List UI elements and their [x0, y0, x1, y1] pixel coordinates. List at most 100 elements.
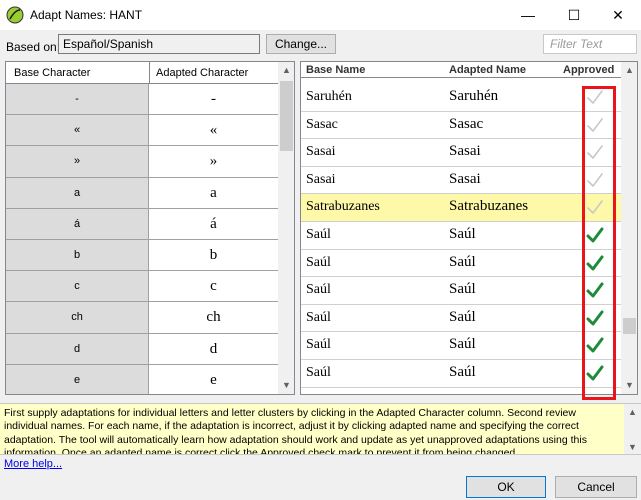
adapted-name-cell[interactable]: Sasac	[449, 116, 483, 133]
adapted-name-cell[interactable]: Saúl	[449, 364, 476, 381]
scroll-thumb[interactable]	[280, 81, 293, 151]
base-name-cell: Saruhén	[306, 89, 352, 104]
name-row[interactable]: Saúl Saúl	[301, 221, 621, 250]
scroll-down-arrow-icon[interactable]: ▼	[624, 439, 641, 454]
adapted-name-cell[interactable]: Saúl	[449, 281, 476, 298]
base-character-cell: e	[6, 364, 149, 394]
character-row: áá	[6, 208, 278, 240]
adapted-name-cell[interactable]: Saúl	[449, 254, 476, 271]
approved-column-highlight	[582, 86, 616, 400]
character-row: --	[6, 84, 278, 116]
name-row[interactable]: Sasac Sasac	[301, 111, 621, 140]
character-row: bb	[6, 239, 278, 272]
base-name-cell: Saúl	[306, 337, 331, 353]
character-row: »»	[6, 146, 278, 178]
name-rows: Saruhén Saruhén Sasac Sasac Sasai Sasai Sasai S…	[301, 84, 621, 388]
base-character-cell: ch	[6, 302, 149, 333]
help-text: First supply adaptations for individual …	[4, 407, 587, 455]
character-rows: - - ««»» a a á á b b c c ch ch d d e e	[6, 84, 278, 394]
base-character-cell: -	[6, 84, 149, 115]
adapted-name-cell[interactable]: Saúl	[449, 226, 476, 243]
scroll-down-arrow-icon[interactable]: ▼	[278, 377, 294, 394]
based-on-label: Based on:	[6, 40, 61, 54]
character-row: ««	[6, 115, 278, 147]
column-header-base-name[interactable]: Base Name	[306, 64, 365, 76]
scroll-up-arrow-icon[interactable]: ▲	[278, 62, 294, 79]
column-header-approved[interactable]: Approved	[563, 64, 614, 76]
adapted-character-cell[interactable]: ch	[149, 302, 278, 333]
adapted-name-cell[interactable]: Sasai	[449, 171, 481, 188]
help-panel: First supply adaptations for individual …	[0, 403, 641, 455]
adapted-character-cell[interactable]: a	[149, 177, 278, 208]
name-row[interactable]: Sasai Sasai	[301, 139, 621, 167]
character-table: Base Character Adapted Character - - ««»» a…	[5, 61, 295, 395]
adapted-character-cell[interactable]: d	[149, 333, 278, 364]
close-button[interactable]: ✕	[595, 0, 641, 30]
adapted-character-cell[interactable]: b	[149, 239, 278, 271]
base-character-cell: d	[6, 333, 149, 364]
character-row: aa	[6, 177, 278, 209]
name-row[interactable]: Saúl Saúl	[301, 304, 621, 333]
base-character-cell: »	[6, 146, 149, 177]
based-on-field: Español/Spanish	[58, 34, 260, 54]
name-row[interactable]: Satrabuzanes Satrabuzanes	[301, 194, 621, 222]
adapted-character-cell[interactable]: «	[149, 115, 278, 146]
base-character-cell: «	[6, 115, 149, 146]
name-row[interactable]: Sasai Sasai	[301, 166, 621, 195]
base-character-cell: b	[6, 239, 149, 271]
base-character-cell: c	[6, 271, 149, 302]
name-row[interactable]: Saruhén Saruhén	[301, 84, 621, 112]
base-name-cell: Saúl	[306, 309, 331, 325]
maximize-button[interactable]: ☐	[551, 0, 597, 30]
base-name-cell: Saúl	[306, 282, 331, 298]
help-scrollbar[interactable]: ▲ ▼	[624, 404, 641, 454]
cancel-button[interactable]: Cancel	[555, 476, 637, 498]
name-row[interactable]: Saúl Saúl	[301, 359, 621, 388]
base-name-cell: Saúl	[306, 226, 331, 242]
adapted-name-cell[interactable]: Saruhén	[449, 88, 498, 105]
base-name-cell: Sasai	[306, 171, 336, 187]
name-row[interactable]: Saúl Saúl	[301, 249, 621, 278]
names-table-scrollbar[interactable]: ▲ ▼	[621, 62, 637, 394]
base-character-cell: a	[6, 177, 149, 208]
leaf-icon	[6, 6, 24, 24]
filter-input[interactable]: Filter Text	[543, 34, 637, 54]
adapted-character-cell[interactable]: c	[149, 271, 278, 302]
adapted-name-cell[interactable]: Satrabuzanes	[449, 198, 528, 215]
name-row[interactable]: Saúl Saúl	[301, 332, 621, 360]
column-header-adapted-name[interactable]: Adapted Name	[449, 64, 526, 76]
column-header-adapted-character[interactable]: Adapted Character	[156, 67, 248, 79]
adapted-character-cell[interactable]: á	[149, 208, 278, 239]
change-button[interactable]: Change...	[266, 34, 336, 54]
adapted-character-cell[interactable]: -	[149, 84, 278, 115]
character-table-header: Base Character Adapted Character	[6, 62, 278, 84]
character-row: cc	[6, 271, 278, 303]
scroll-up-arrow-icon[interactable]: ▲	[624, 404, 641, 421]
base-name-cell: Saúl	[306, 364, 331, 380]
adapted-name-cell[interactable]: Sasai	[449, 143, 481, 160]
adapted-character-cell[interactable]: e	[149, 364, 278, 394]
column-header-base-character[interactable]: Base Character	[14, 67, 90, 79]
base-name-cell: Sasai	[306, 144, 336, 160]
adapted-name-cell[interactable]: Saúl	[449, 309, 476, 326]
names-table-header: Base Name Adapted Name Approved	[301, 62, 621, 78]
adapted-character-cell[interactable]: »	[149, 146, 278, 177]
character-row: ch ch	[6, 302, 278, 334]
name-row[interactable]: Saúl Saúl	[301, 277, 621, 305]
minimize-button[interactable]: —	[505, 0, 551, 30]
base-name-cell: Saúl	[306, 254, 331, 270]
base-name-cell: Sasac	[306, 116, 338, 132]
character-table-scrollbar[interactable]: ▲ ▼	[278, 62, 294, 394]
scroll-up-arrow-icon[interactable]: ▲	[621, 62, 637, 79]
ok-button[interactable]: OK	[466, 476, 546, 498]
base-name-cell: Satrabuzanes	[306, 199, 380, 215]
scroll-down-arrow-icon[interactable]: ▼	[621, 377, 637, 394]
window-title: Adapt Names: HANT	[30, 8, 143, 22]
adapted-name-cell[interactable]: Saúl	[449, 336, 476, 353]
character-row: ee	[6, 364, 278, 394]
scroll-thumb[interactable]	[623, 318, 636, 334]
character-row: dd	[6, 333, 278, 365]
base-character-cell: á	[6, 208, 149, 239]
more-help-link[interactable]: More help...	[4, 458, 62, 470]
column-divider	[149, 62, 150, 84]
